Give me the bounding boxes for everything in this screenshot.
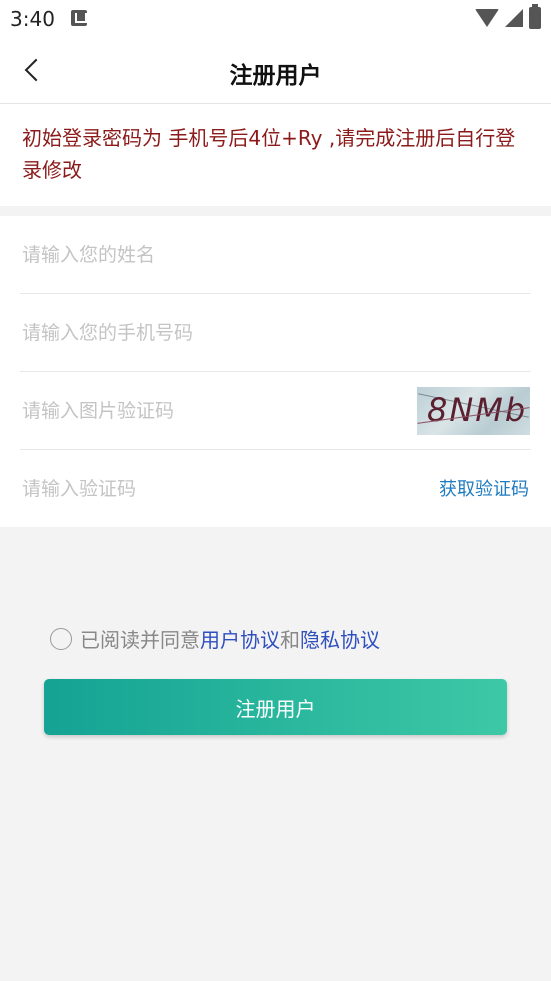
app-bar: 注册用户 [0, 36, 551, 104]
name-input[interactable] [22, 216, 382, 294]
notification-icon [71, 10, 87, 26]
sms-code-input[interactable] [22, 450, 382, 528]
page-title: 注册用户 [229, 63, 322, 89]
wifi-icon [475, 9, 499, 27]
status-bar: 3:40 [0, 0, 551, 36]
phone-input[interactable] [22, 294, 382, 372]
captcha-image[interactable]: 8NMb [417, 387, 530, 435]
sms-code-row: 获取验证码 [0, 450, 551, 528]
user-agreement-link[interactable]: 用户协议 [200, 624, 280, 653]
signal-icon [505, 9, 523, 27]
agreement-row: 已阅读并同意 用户协议 和 隐私协议 [50, 624, 380, 653]
agreement-checkbox[interactable] [50, 627, 72, 650]
agreement-and: 和 [280, 628, 300, 652]
image-code-input[interactable] [22, 372, 382, 450]
privacy-agreement-link[interactable]: 隐私协议 [300, 624, 380, 653]
status-icons [475, 4, 541, 29]
image-code-row: 8NMb [0, 372, 551, 450]
battery-icon [529, 4, 541, 29]
status-time: 3:40 [10, 7, 55, 31]
registration-form: 8NMb 获取验证码 [0, 216, 551, 528]
register-button[interactable]: 注册用户 [44, 679, 507, 735]
agreement-prefix: 已阅读并同意 [80, 628, 200, 652]
get-code-button[interactable]: 获取验证码 [439, 475, 529, 501]
registration-notice: 初始登录密码为 手机号后4位+Ry ,请完成注册后自行登录修改 [0, 104, 551, 206]
phone-row [0, 294, 551, 372]
name-row [0, 216, 551, 294]
